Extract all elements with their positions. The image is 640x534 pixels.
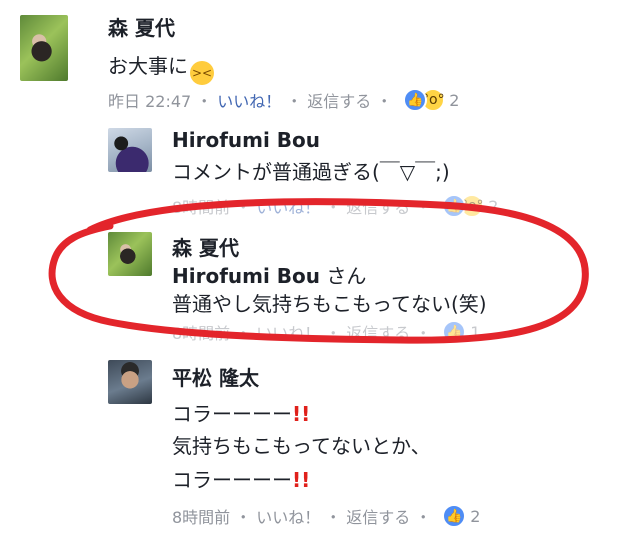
separator: ・ xyxy=(325,324,342,343)
separator: ・ xyxy=(235,508,252,527)
separator: ・ xyxy=(196,92,213,111)
reply-link[interactable]: 返信する xyxy=(346,504,410,528)
comment-meta: 昨日 22:47 ・ いいね！ ・ 返信する ・ 👍 °o° 2 xyxy=(108,88,459,112)
comment-author[interactable]: 平松 隆太 xyxy=(172,362,259,391)
comment-line-text: コラーーーー xyxy=(172,468,292,492)
comment-line: コラーーーー!! xyxy=(172,398,310,427)
thumbs-up-icon: 👍 xyxy=(442,504,467,528)
reactions[interactable]: 👍 1 xyxy=(442,320,480,344)
separator: ・ xyxy=(325,508,342,527)
separator: ・ xyxy=(415,198,432,217)
double-exclamation-icon: !! xyxy=(292,468,311,492)
double-exclamation-icon: !! xyxy=(292,402,311,426)
reaction-count: 2 xyxy=(449,90,460,110)
comment-author[interactable]: Hirofumi Bou xyxy=(172,128,320,152)
like-link[interactable]: いいね！ xyxy=(256,504,320,528)
comment-author[interactable]: 森 夏代 xyxy=(108,12,175,41)
mention-suffix: さん xyxy=(326,264,367,288)
comment-meta: 8時間前 ・ いいね！ ・ 返信する ・ 👍 2 xyxy=(172,504,480,528)
comment-text: 普通やし気持ちもこもってない(笑) xyxy=(172,292,487,316)
separator: ・ xyxy=(235,324,252,343)
mention-link[interactable]: Hirofumi Bou xyxy=(172,264,320,288)
separator: ・ xyxy=(235,198,252,217)
timestamp[interactable]: 昨日 22:47 xyxy=(108,88,191,112)
reactions[interactable]: 👍 2 xyxy=(442,504,480,528)
comment-meta: 8時間前 ・ いいね！ ・ 返信する ・ 👍 °o° 2 xyxy=(172,194,498,218)
separator: ・ xyxy=(415,508,432,527)
like-link[interactable]: いいね！ xyxy=(256,194,320,218)
reaction-count: 2 xyxy=(470,506,481,526)
reaction-count: 1 xyxy=(470,322,481,342)
comment-meta: 8時間前 ・ いいね！ ・ 返信する ・ 👍 1 xyxy=(172,320,480,344)
timestamp[interactable]: 8時間前 xyxy=(172,320,230,344)
like-link[interactable]: いいね！ xyxy=(217,88,281,112)
comment-line-text: コラーーーー xyxy=(172,402,292,426)
reactions[interactable]: 👍 °o° 2 xyxy=(442,194,498,218)
comment-line: お大事に xyxy=(108,54,188,78)
reaction-count: 2 xyxy=(488,196,499,216)
separator: ・ xyxy=(376,92,393,111)
reply-link[interactable]: 返信する xyxy=(346,194,410,218)
thumbs-up-icon: 👍 xyxy=(442,320,467,344)
reply-link[interactable]: 返信する xyxy=(346,320,410,344)
comment-author[interactable]: 森 夏代 xyxy=(172,232,239,261)
reactions[interactable]: 👍 °o° 2 xyxy=(403,88,459,112)
avatar[interactable] xyxy=(108,128,152,172)
separator: ・ xyxy=(286,92,303,111)
comment-text: お大事に >< xyxy=(108,50,214,85)
timestamp[interactable]: 8時間前 xyxy=(172,504,230,528)
avatar[interactable] xyxy=(20,15,68,81)
avatar[interactable] xyxy=(108,360,152,404)
avatar[interactable] xyxy=(108,232,152,276)
separator: ・ xyxy=(415,324,432,343)
timestamp[interactable]: 8時間前 xyxy=(172,194,230,218)
confounded-face-icon: >< xyxy=(190,61,214,85)
comment-text: コメントが普通過ぎる(￣▽￣;) xyxy=(172,160,450,184)
comment-text-mention-line: Hirofumi Bou さん xyxy=(172,260,366,289)
separator: ・ xyxy=(325,198,342,217)
like-link[interactable]: いいね！ xyxy=(256,320,320,344)
comment-line: コラーーーー!! xyxy=(172,464,310,493)
comment-line: 気持ちもこもってないとか、 xyxy=(172,434,431,458)
reply-link[interactable]: 返信する xyxy=(307,88,371,112)
